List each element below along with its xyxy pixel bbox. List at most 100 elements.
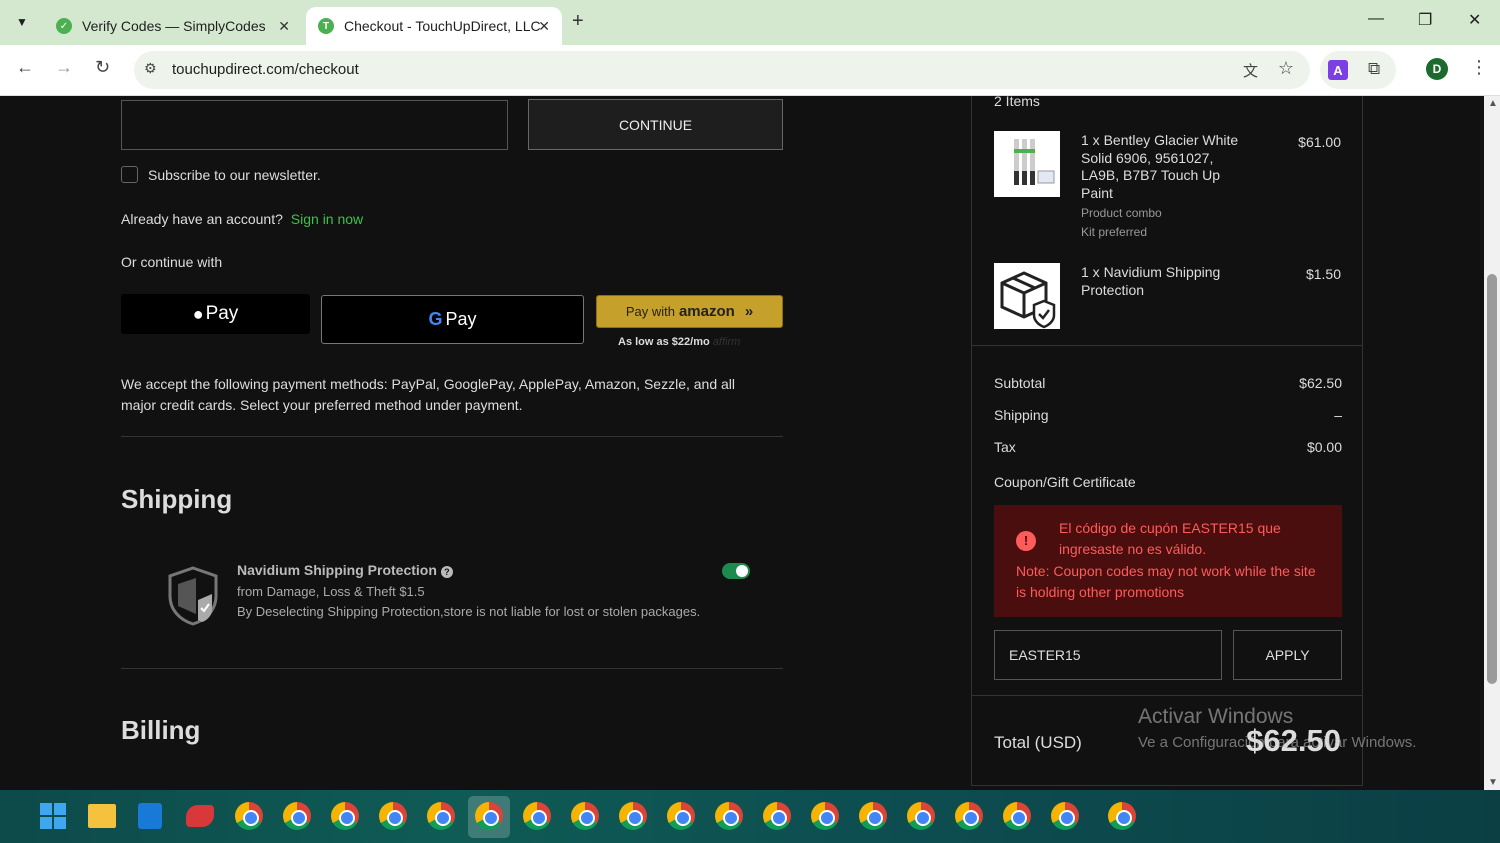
reload-icon[interactable]: ↻ [95,57,110,78]
restore-icon[interactable]: ❐ [1418,10,1432,30]
chrome-icon[interactable] [283,802,311,830]
chrome-icon[interactable] [475,802,503,830]
apple-pay-button[interactable]: ● Pay [121,294,310,334]
shipping-protection-toggle[interactable] [722,563,750,579]
item-price: $1.50 [1305,266,1341,282]
scroll-down-arrow-icon[interactable]: ▼ [1488,777,1498,788]
chrome-icon[interactable] [619,802,647,830]
windows-activation-subtext: Ve a Configuración para activar Windows. [1138,734,1417,751]
subtotal-label: Subtotal [994,375,1046,391]
apple-logo-icon: ● [192,303,204,324]
coupon-error-message: El código de cupón EASTER15 que ingresas… [1059,520,1281,557]
bookmark-star-icon[interactable]: ☆ [1278,58,1294,79]
chrome-icon[interactable] [907,802,935,830]
url-text: touchupdirect.com/checkout [172,61,359,78]
amazon-pay-button[interactable]: Pay with amazon » [596,295,783,328]
shipping-value: – [1334,407,1342,423]
tab-close-icon[interactable]: ✕ [538,18,550,35]
microsoft-store-icon[interactable] [138,803,162,829]
chrome-icon[interactable] [235,802,263,830]
minimize-icon[interactable]: — [1368,10,1384,28]
help-question-icon[interactable]: ? [440,566,453,578]
coupon-error-alert: ! El código de cupón EASTER15 que ingres… [994,505,1342,617]
chrome-icon[interactable] [1051,802,1079,830]
chrome-icon[interactable] [955,802,983,830]
shipping-heading: Shipping [121,484,233,514]
chrome-icon[interactable] [571,802,599,830]
account-prompt-text: Already have an account? [121,211,283,227]
shipping-row: Shipping – [994,407,1342,423]
email-input[interactable] [121,100,508,150]
page-scrollbar[interactable]: ▲ ▼ [1484,96,1500,790]
file-explorer-icon[interactable] [88,804,116,828]
apple-pay-label: Pay [205,303,239,324]
google-pay-button[interactable]: G Pay [321,295,584,344]
section-divider [121,436,783,437]
tab-touchupdirect[interactable]: T Checkout - TouchUpDirect, LLC ✕ [306,7,562,45]
chrome-icon[interactable] [1003,802,1031,830]
site-settings-icon[interactable]: ⚙ [144,60,157,77]
scroll-up-arrow-icon[interactable]: ▲ [1488,98,1498,109]
accepted-payments-text: We accept the following payment methods:… [121,376,736,413]
chrome-icon[interactable] [715,802,743,830]
simplycodes-favicon-icon: ✓ [56,18,72,34]
subtotal-row: Subtotal $62.50 [994,375,1342,391]
signin-link[interactable]: Sign in now [291,211,363,227]
tab-title: Verify Codes — SimplyCodes [82,18,266,34]
app-red-icon[interactable] [186,805,214,827]
back-arrow-icon[interactable]: ← [16,57,34,78]
shipping-protection-note: By Deselecting Shipping Protection,store… [237,604,701,619]
browser-tab-bar: ▼ ✓ Verify Codes — SimplyCodes ✕ T Check… [0,0,1500,45]
amazon-brand: amazon [678,303,735,320]
tax-label: Tax [994,439,1016,455]
amazon-pay-prefix: Pay with [625,304,675,319]
shipping-box-shield-icon [994,263,1060,329]
chrome-icon[interactable] [859,802,887,830]
tab-simplycodes[interactable]: ✓ Verify Codes — SimplyCodes ✕ [44,7,302,45]
affirm-promo[interactable]: As low as $22/mo affirm [618,336,740,348]
close-window-icon[interactable]: ✕ [1468,10,1481,30]
chrome-icon[interactable] [523,802,551,830]
chrome-icon[interactable] [811,802,839,830]
or-continue-label: Or continue with [121,254,223,270]
newsletter-checkbox[interactable] [121,166,138,183]
extensions-group: A ⧉ [1320,51,1396,89]
subtotal-value: $62.50 [1299,375,1342,391]
translate-icon[interactable]: 文 [1243,60,1258,81]
item-meta: Kit preferred [1081,225,1148,239]
shipping-protection-title: Navidium Shipping Protection? [237,562,453,578]
summary-divider [972,345,1362,346]
extensions-puzzle-icon[interactable]: ⧉ [1368,59,1380,79]
chrome-icon[interactable] [379,802,407,830]
section-divider [121,668,783,669]
tab-close-icon[interactable]: ✕ [278,18,290,35]
chrome-icon[interactable] [763,802,791,830]
coupon-error-note: Note: Coupon codes may not work while th… [1016,563,1316,600]
coupon-label: Coupon/Gift Certificate [994,474,1136,490]
chrome-icon[interactable] [1108,802,1136,830]
address-bar[interactable]: ⚙ touchupdirect.com/checkout 文 ☆ [134,51,1310,89]
chrome-icon[interactable] [331,802,359,830]
chevrons-right-icon: » [744,303,754,320]
windows-taskbar [0,790,1500,843]
extension-a-icon[interactable]: A [1328,60,1348,80]
continue-button[interactable]: CONTINUE [528,99,783,150]
chrome-icon[interactable] [427,802,455,830]
chrome-icon[interactable] [667,802,695,830]
items-count: 2 Items [994,96,1040,109]
toggle-knob [736,565,748,577]
windows-start-icon[interactable] [40,803,66,829]
shipping-label: Shipping [994,407,1049,423]
scroll-thumb[interactable] [1487,274,1497,684]
tab-search-chevron-icon[interactable]: ▼ [8,8,36,36]
new-tab-plus-icon[interactable]: + [572,10,584,33]
summary-divider [972,695,1362,696]
newsletter-option[interactable]: Subscribe to our newsletter. [121,166,321,183]
coupon-code-input[interactable]: EASTER15 [994,630,1222,680]
forward-arrow-icon[interactable]: → [55,57,73,78]
browser-menu-icon[interactable]: ⋮ [1470,57,1488,78]
apply-coupon-button[interactable]: APPLY [1233,630,1342,680]
paint-kit-thumbnail [994,131,1060,197]
profile-avatar[interactable]: D [1426,58,1448,80]
google-g-icon: G [428,309,443,329]
